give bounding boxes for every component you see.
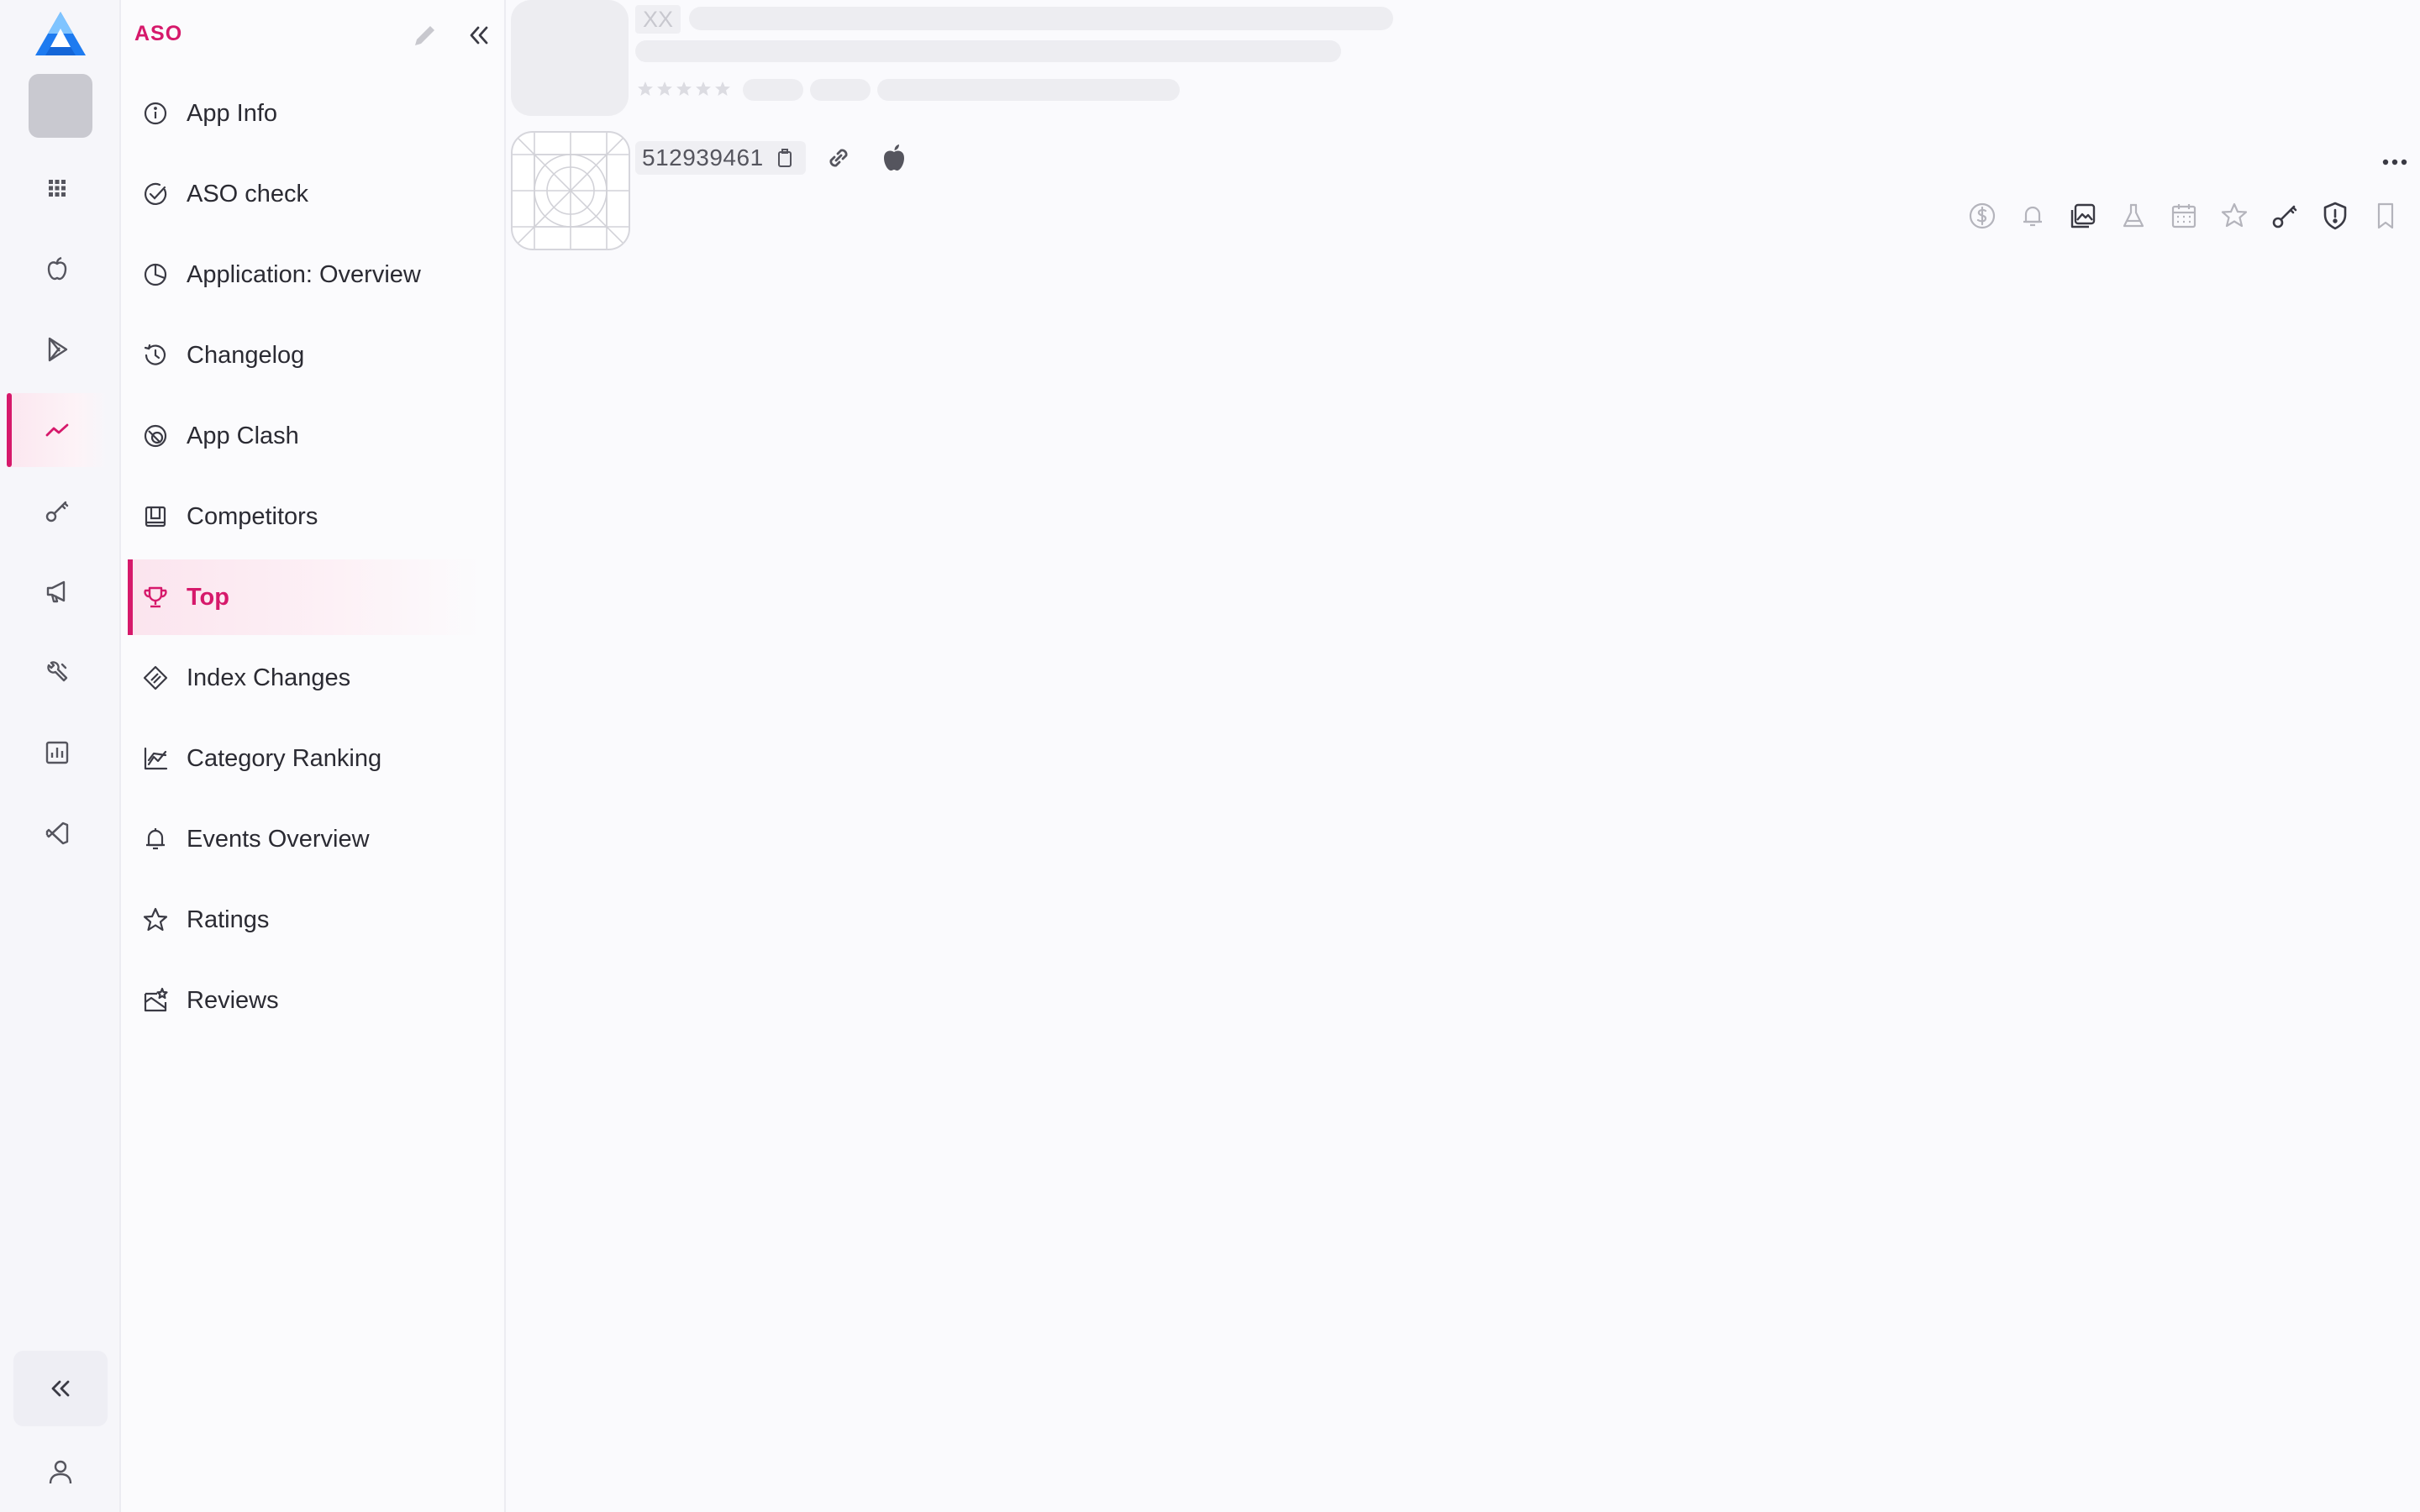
- meta-skeleton: [810, 79, 871, 101]
- more-options-icon[interactable]: [2378, 148, 2412, 176]
- app-toolbar: [1966, 200, 2402, 232]
- pencil-icon[interactable]: [410, 20, 440, 50]
- sidebar-item-ratings[interactable]: Ratings: [128, 882, 481, 958]
- history-icon: [144, 344, 166, 365]
- star-icon[interactable]: [2218, 200, 2250, 232]
- app-id: 512939461: [642, 144, 764, 171]
- sidebar-item-events-overview[interactable]: Events Overview: [128, 801, 481, 877]
- rating-stars-skeleton: [637, 81, 731, 97]
- trend-icon: [45, 423, 69, 437]
- rail-integrations[interactable]: [7, 796, 108, 870]
- app-icon-skeleton: [511, 0, 629, 116]
- logo-icon[interactable]: [34, 10, 87, 57]
- sidebar-item-aso-check[interactable]: ASO check: [128, 156, 481, 232]
- workspace-avatar[interactable]: [29, 74, 92, 138]
- sidebar-item-top[interactable]: Top: [128, 559, 481, 635]
- rail-reports[interactable]: [7, 716, 108, 790]
- sidebar-item-label: Reviews: [187, 986, 279, 1014]
- rail-apps-grid[interactable]: [7, 151, 108, 225]
- overlap-circles-icon: [144, 424, 167, 448]
- star-icon: [143, 907, 168, 932]
- star-icon: [696, 81, 711, 96]
- calendar-icon[interactable]: [2168, 200, 2200, 232]
- screenshots-icon[interactable]: [2067, 200, 2099, 232]
- reviews-icon: [144, 987, 168, 1012]
- sidebar-item-label: Ratings: [187, 906, 270, 933]
- sidebar-item-application-overview[interactable]: Application: Overview: [128, 237, 481, 312]
- bell-icon: [146, 828, 165, 850]
- user-profile-button[interactable]: [29, 1443, 92, 1500]
- google-play-icon: [48, 337, 68, 362]
- bookmark-icon[interactable]: [2370, 200, 2402, 232]
- meta-skeleton: [877, 79, 1180, 101]
- sidebar-item-app-clash[interactable]: App Clash: [128, 398, 481, 474]
- user-icon: [49, 1460, 72, 1484]
- pie-chart-icon: [144, 263, 167, 286]
- dollar-icon[interactable]: [1966, 200, 1998, 232]
- rail-google-play[interactable]: [7, 312, 108, 386]
- rail-campaigns[interactable]: [7, 554, 108, 628]
- sidebar-item-label: Top: [187, 583, 229, 611]
- apps-grid-icon: [49, 180, 66, 197]
- star-icon: [715, 81, 730, 96]
- megaphone-icon: [46, 580, 66, 603]
- rail-tools[interactable]: [7, 635, 108, 709]
- section-sidebar: ASO App Info ASO check Application: Over…: [121, 0, 506, 1512]
- rail-keywords[interactable]: [7, 474, 108, 548]
- app-rail: [0, 0, 121, 1512]
- sidebar-item-label: Category Ranking: [187, 744, 382, 772]
- section-title: ASO: [134, 22, 183, 45]
- collapse-rail-button[interactable]: [13, 1351, 108, 1426]
- copy-icon[interactable]: [776, 147, 794, 169]
- info-icon: [144, 102, 167, 125]
- sidebar-item-index-changes[interactable]: Index Changes: [128, 640, 481, 716]
- tools-icon: [47, 661, 68, 682]
- vscode-icon: [45, 822, 69, 845]
- star-icon: [638, 81, 653, 96]
- check-circle-icon: [145, 182, 167, 205]
- star-icon: [657, 81, 672, 96]
- link-icon[interactable]: [822, 141, 855, 175]
- trophy-icon: [144, 586, 167, 608]
- rail-aso[interactable]: [7, 393, 108, 467]
- app-icon-placeholder: [511, 131, 630, 250]
- sidebar-item-label: ASO check: [187, 180, 309, 207]
- double-chevron-left-icon: [51, 1380, 70, 1397]
- sidebar-item-label: Application: Overview: [187, 260, 421, 288]
- bell-icon[interactable]: [2017, 200, 2049, 232]
- title-skeleton: [689, 7, 1393, 30]
- star-icon: [676, 81, 692, 96]
- key-icon[interactable]: [2269, 200, 2301, 232]
- index-changes-icon: [143, 665, 168, 690]
- apple-icon: [884, 144, 904, 171]
- sidebar-item-competitors[interactable]: Competitors: [128, 479, 481, 554]
- sidebar-item-label: Events Overview: [187, 825, 370, 853]
- sidebar-item-reviews[interactable]: Reviews: [128, 963, 481, 1038]
- competitors-icon: [145, 506, 166, 528]
- sidebar-item-label: App Clash: [187, 422, 299, 449]
- flask-icon[interactable]: [2118, 200, 2149, 232]
- apple-icon: [47, 256, 67, 281]
- subtitle-skeleton: [635, 40, 1341, 62]
- sidebar-item-label: Changelog: [187, 341, 305, 369]
- sidebar-item-changelog[interactable]: Changelog: [128, 318, 481, 393]
- icon-grid-placeholder-icon: [513, 133, 629, 249]
- sidebar-item-category-ranking[interactable]: Category Ranking: [128, 721, 481, 796]
- collapse-sidebar-icon[interactable]: [462, 18, 496, 52]
- shield-icon[interactable]: [2319, 200, 2351, 232]
- sidebar-item-label: Index Changes: [187, 664, 351, 691]
- line-chart-icon: [144, 747, 168, 770]
- sidebar-item-app-info[interactable]: App Info: [128, 76, 481, 151]
- bar-chart-icon: [45, 741, 69, 764]
- sidebar-item-label: App Info: [187, 99, 278, 127]
- app-id-chip: 512939461: [635, 141, 806, 175]
- rail-app-store[interactable]: [7, 232, 108, 306]
- sidebar-item-label: Competitors: [187, 502, 318, 530]
- meta-skeleton: [743, 79, 803, 101]
- placeholder-badge: XX: [635, 5, 681, 34]
- key-icon: [45, 501, 69, 522]
